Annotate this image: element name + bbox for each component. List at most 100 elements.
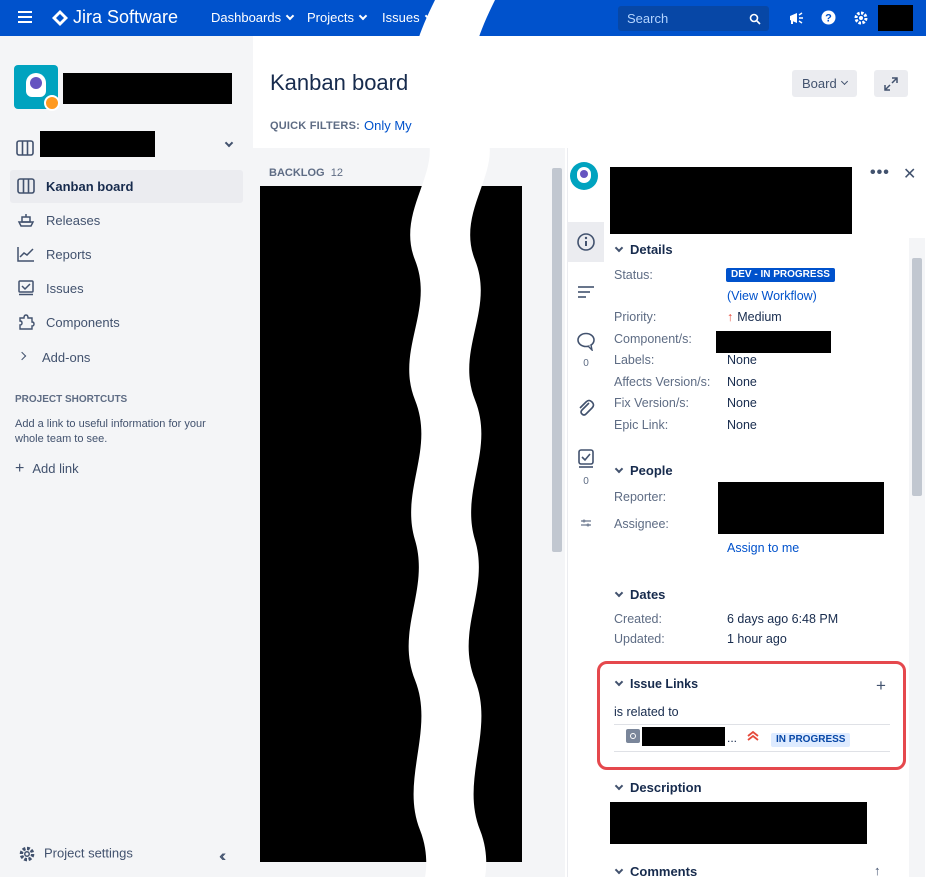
link-divider [614, 724, 890, 725]
description-heading: Description [630, 780, 702, 795]
search-icon [749, 13, 761, 25]
fix-version-value[interactable]: None [727, 396, 757, 410]
description-section-header[interactable]: Description [614, 780, 702, 795]
priority-label: Priority: [614, 310, 657, 324]
board-scrollbar-thumb[interactable] [552, 168, 562, 552]
fix-version-label: Fix Version/s: [614, 396, 690, 410]
chevron-down-icon [840, 77, 849, 86]
project-settings-label: Project settings [44, 845, 133, 861]
board-icon [17, 178, 35, 194]
project-name [63, 73, 232, 104]
nav-dashboards-label: Dashboards [211, 10, 282, 25]
quick-filters-label: QUICK FILTERS: [270, 120, 360, 132]
people-heading: People [630, 463, 673, 478]
dates-section-header[interactable]: Dates [614, 587, 665, 602]
column-title: BACKLOG [269, 167, 325, 179]
link-divider-bottom [614, 751, 890, 752]
search-input[interactable]: Search [618, 6, 769, 31]
close-icon[interactable]: ✕ [903, 164, 916, 184]
affects-version-label: Affects Version/s: [614, 375, 711, 389]
updated-label: Updated: [614, 632, 665, 646]
ship-icon [17, 214, 35, 227]
comment-icon[interactable] [576, 331, 596, 351]
add-link-button[interactable]: + Add link [15, 460, 79, 478]
priority-up-arrow-icon: ↑ [727, 310, 734, 324]
sidebar-item-label: Releases [46, 213, 101, 228]
megaphone-icon[interactable] [788, 11, 804, 25]
board-menu-button[interactable]: Board [792, 70, 857, 97]
info-icon [577, 233, 595, 251]
labels-value[interactable]: None [727, 353, 757, 367]
component-label: Component/s: [614, 332, 692, 346]
jira-logo-icon[interactable] [51, 9, 69, 27]
status-badge[interactable]: DEV - IN PROGRESS [726, 268, 835, 282]
component-value[interactable] [716, 331, 831, 353]
chevron-down-icon [614, 865, 624, 875]
sort-comments-icon[interactable]: ↑ [874, 863, 881, 877]
chevron-down-icon [614, 243, 624, 253]
updated-value: 1 hour ago [727, 632, 787, 646]
issue-links-heading: Issue Links [630, 677, 699, 691]
nav-dashboards[interactable]: Dashboards [211, 10, 295, 25]
checklist-count: 0 [583, 476, 589, 487]
epic-link-value[interactable]: None [727, 418, 757, 432]
people-values[interactable] [718, 482, 884, 534]
labels-label: Labels: [614, 353, 655, 367]
dates-heading: Dates [630, 587, 666, 602]
project-sidebar: Kanban board Releases Reports Issues Com… [0, 36, 253, 877]
priority-value[interactable]: ↑ Medium [727, 310, 782, 324]
description-icon[interactable] [576, 282, 596, 302]
expand-button[interactable] [874, 70, 908, 97]
created-label: Created: [614, 612, 662, 626]
puzzle-icon [19, 314, 35, 330]
board-selector-name[interactable] [40, 131, 155, 157]
created-value: 6 days ago 6:48 PM [727, 612, 839, 626]
add-link-label: Add link [32, 461, 79, 476]
sidebar-item-components[interactable]: Components [10, 306, 243, 339]
attachment-icon[interactable] [576, 398, 596, 418]
help-icon[interactable]: ? [821, 10, 836, 25]
issue-type-icon [626, 729, 640, 743]
sidebar-item-issues[interactable]: Issues [10, 272, 243, 305]
status-label: Status: [614, 268, 653, 282]
more-actions-icon[interactable]: ••• [870, 164, 890, 182]
rail-details-tab[interactable] [568, 222, 604, 262]
backlog-column-header: BACKLOG 12 [269, 167, 343, 179]
detail-sidebar-rail: 0 0 [567, 148, 604, 877]
nav-projects[interactable]: Projects [307, 10, 368, 25]
sidebar-item-kanban-board[interactable]: Kanban board [10, 170, 243, 203]
people-section-header[interactable]: People [614, 463, 673, 478]
gear-icon[interactable] [853, 10, 869, 26]
details-section-header[interactable]: Details [614, 242, 673, 257]
project-settings-link[interactable]: Project settings [18, 845, 133, 863]
sidebar-item-reports[interactable]: Reports [10, 238, 243, 271]
priority-highest-icon [747, 730, 759, 741]
issue-links-section-header[interactable]: Issue Links [614, 677, 698, 691]
affects-version-value[interactable]: None [727, 375, 757, 389]
issue-type-avatar[interactable] [570, 162, 598, 190]
code-badge-icon [44, 95, 60, 111]
sidebar-item-releases[interactable]: Releases [10, 204, 243, 237]
chevron-right-icon [17, 351, 27, 361]
app-name[interactable]: Jira Software [73, 7, 178, 28]
detail-scrollbar-thumb[interactable] [912, 258, 922, 496]
link-relation-label: is related to [614, 705, 679, 719]
comments-section-header[interactable]: Comments [614, 864, 697, 877]
chart-icon [17, 247, 34, 262]
sidebar-item-label: Issues [46, 281, 84, 296]
description-body[interactable] [610, 802, 867, 844]
board-switch-icon [16, 140, 34, 156]
project-avatar[interactable] [14, 65, 60, 111]
assign-to-me-link[interactable]: Assign to me [727, 541, 799, 555]
sidebar-item-add-ons[interactable]: Add-ons [10, 341, 243, 374]
collapse-sidebar-icon[interactable]: ‹‹ [219, 846, 227, 866]
torn-edge-overlay [408, 0, 495, 877]
chevron-down-icon[interactable] [224, 138, 234, 148]
menu-icon[interactable] [18, 11, 32, 25]
view-workflow-link[interactable]: (View Workflow) [727, 289, 817, 303]
avatar[interactable] [878, 5, 913, 31]
board-button-label: Board [802, 76, 837, 91]
sliders-icon[interactable] [576, 513, 596, 533]
add-issue-link-icon[interactable]: + [876, 676, 886, 696]
checklist-icon[interactable] [576, 448, 596, 468]
